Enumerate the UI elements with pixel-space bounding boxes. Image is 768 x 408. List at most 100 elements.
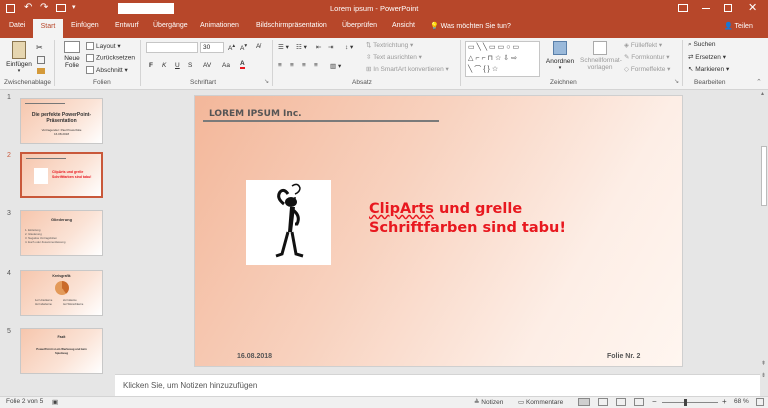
slide-canvas[interactable]: LOREM IPSUM Inc. ClipArts und grelle Sch… xyxy=(194,95,683,367)
ribbon-display-icon[interactable] xyxy=(678,4,688,12)
zoom-slider[interactable] xyxy=(662,402,718,403)
change-case-button[interactable]: Aa xyxy=(222,62,230,69)
normal-view-icon[interactable] xyxy=(578,398,590,406)
columns-icon[interactable]: ▥ ▾ xyxy=(330,62,341,70)
slide-thumbnail-3[interactable]: Gliederung 1. Einleitung 2. Gliederung 3… xyxy=(20,210,103,256)
shape-effects-button[interactable]: ◇ Formeffekte ▾ xyxy=(624,65,670,73)
outdent-icon[interactable]: ⇤ xyxy=(316,43,321,51)
format-painter-icon[interactable] xyxy=(37,68,45,74)
tab-ueberpruefen[interactable]: Überprüfen xyxy=(342,22,377,29)
comments-toggle[interactable]: ▭ Kommentare xyxy=(518,398,563,406)
save-icon[interactable] xyxy=(6,4,15,13)
align-text-button[interactable]: ⇳ Text ausrichten ▾ xyxy=(366,53,422,61)
layout-label: Layout xyxy=(96,43,116,50)
numbering-icon[interactable]: ☷ ▾ xyxy=(296,43,307,51)
scroll-up-icon[interactable]: ▴ xyxy=(761,90,764,97)
line-spacing-icon[interactable]: ↕ ▾ xyxy=(345,43,353,51)
find-button[interactable]: ⌕ Suchen xyxy=(688,41,716,49)
redo-icon[interactable]: ↷ xyxy=(40,2,48,13)
prev-slide-icon[interactable]: ⇞ xyxy=(761,360,766,367)
slideshow-view-icon[interactable] xyxy=(634,398,644,406)
align-right-icon[interactable]: ≡ xyxy=(302,62,306,69)
tab-entwurf[interactable]: Entwurf xyxy=(115,22,139,29)
undo-icon[interactable]: ↶ xyxy=(24,2,32,13)
justify-icon[interactable]: ≡ xyxy=(314,62,318,69)
align-center-icon[interactable]: ≡ xyxy=(290,62,294,69)
slide-company[interactable]: LOREM IPSUM Inc. xyxy=(209,109,302,119)
slide-thumbnail-4[interactable]: Kreisgrafik 1er Unterkerne 2er Istkerne 3… xyxy=(20,270,103,316)
smartart-button[interactable]: ⊞ In SmartArt konvertieren ▾ xyxy=(366,65,449,73)
next-slide-icon[interactable]: ⇟ xyxy=(761,372,766,379)
font-family-select[interactable] xyxy=(146,42,198,53)
share-button[interactable]: 👤 Teilen xyxy=(724,22,753,30)
tab-start[interactable]: Start xyxy=(33,19,63,38)
scrollbar-thumb[interactable] xyxy=(761,146,767,206)
zoom-out-icon[interactable]: − xyxy=(652,397,657,406)
layout-button[interactable]: Layout ▾ xyxy=(86,42,121,51)
slide-headline[interactable]: ClipArts und grelle Schriftfarben sind t… xyxy=(369,200,649,238)
reset-button[interactable]: Zurücksetzen xyxy=(86,54,135,62)
font-size-select[interactable]: 30 xyxy=(200,42,224,53)
shrink-font-icon[interactable]: A▾ xyxy=(240,43,247,52)
maximize-icon[interactable] xyxy=(724,4,732,12)
tab-bildschirmpraesentation[interactable]: Bildschirmpräsentation xyxy=(256,22,327,29)
slide-thumbnail-2[interactable]: ClipArts und grelle Schriftfarben sind t… xyxy=(20,152,103,198)
spellcheck-icon[interactable]: ▣ xyxy=(52,398,58,406)
shapes-gallery[interactable]: ▭╲╲▭▭○▭ △⌐⌐⊓☆⇩⇨ ╲⌒{}☆ xyxy=(465,41,540,77)
select-button[interactable]: ↖ Markieren ▾ xyxy=(688,65,729,73)
customize-qat-icon[interactable]: ▾ xyxy=(72,3,76,11)
tab-datei[interactable]: Datei xyxy=(9,22,25,29)
clipart-thinking-man[interactable] xyxy=(246,180,331,265)
text-direction-button[interactable]: ⇅ Textrichtung ▾ xyxy=(366,41,413,49)
slide-date[interactable]: 16.08.2018 xyxy=(237,353,272,360)
new-slide-button[interactable]: Neue Folie xyxy=(60,41,84,79)
bold-button[interactable]: F xyxy=(149,62,153,69)
vertical-scrollbar[interactable]: ▴ ⇞ ⇟ xyxy=(760,90,768,396)
quick-styles-button[interactable]: Schnellformat- vorlagen xyxy=(580,41,622,79)
dialog-launcher-icon[interactable]: ↘ xyxy=(264,78,269,85)
char-spacing-button[interactable]: AV xyxy=(203,62,211,69)
account-box[interactable] xyxy=(118,3,174,14)
shadow-button[interactable]: S xyxy=(188,62,192,69)
reading-view-icon[interactable] xyxy=(616,398,626,406)
replace-button[interactable]: ⇄ Ersetzen ▾ xyxy=(688,53,726,61)
notes-placeholder[interactable]: Klicken Sie, um Notizen hinzuzufügen xyxy=(123,381,257,390)
align-left-icon[interactable]: ≡ xyxy=(278,62,282,69)
tab-einfuegen[interactable]: Einfügen xyxy=(71,22,99,29)
collapse-ribbon-icon[interactable]: ⌃ xyxy=(756,78,762,86)
grow-font-icon[interactable]: A▴ xyxy=(228,43,235,52)
copy-icon[interactable] xyxy=(37,56,45,64)
close-icon[interactable]: ✕ xyxy=(748,1,757,14)
dialog-launcher-icon[interactable]: ↘ xyxy=(674,78,679,85)
notes-toggle[interactable]: ≜ Notizen xyxy=(474,398,503,406)
minimize-icon[interactable] xyxy=(702,8,710,9)
tab-uebergaenge[interactable]: Übergänge xyxy=(153,22,188,29)
tab-ansicht[interactable]: Ansicht xyxy=(392,22,415,29)
slide-thumbnail-1[interactable]: Die perfekte PowerPoint-Präsentation Vor… xyxy=(20,98,103,144)
slide-number: 5 xyxy=(7,328,11,335)
slide-thumbnail-5[interactable]: Fazit PowerPoint ist ein Werkzeug und ke… xyxy=(20,328,103,374)
tell-me-box[interactable]: 💡 Was möchten Sie tun? xyxy=(430,22,511,30)
arrange-button[interactable]: Anordnen ▾ xyxy=(544,41,576,79)
zoom-in-icon[interactable]: + xyxy=(722,397,727,406)
shape-outline-button[interactable]: ✎ Formkontur ▾ xyxy=(624,53,670,61)
clear-format-icon[interactable]: A̸ xyxy=(256,43,260,50)
slideshow-quick-icon[interactable] xyxy=(56,4,66,12)
italic-button[interactable]: K xyxy=(162,62,166,69)
indent-icon[interactable]: ⇥ xyxy=(328,43,333,51)
status-bar: Folie 2 von 5 ▣ ≜ Notizen ▭ Kommentare −… xyxy=(0,396,768,408)
notes-pane[interactable]: Klicken Sie, um Notizen hinzuzufügen xyxy=(115,374,760,396)
cut-icon[interactable]: ✂ xyxy=(36,43,43,52)
slide-number-footer[interactable]: Folie Nr. 2 xyxy=(607,353,640,360)
font-color-button[interactable]: A xyxy=(240,60,245,69)
zoom-level[interactable]: 68 % xyxy=(734,398,749,405)
zoom-slider-thumb[interactable] xyxy=(684,399,687,406)
slide-sorter-icon[interactable] xyxy=(598,398,608,406)
tab-animationen[interactable]: Animationen xyxy=(200,22,239,29)
bullets-icon[interactable]: ☰ ▾ xyxy=(278,43,289,51)
fit-to-window-icon[interactable] xyxy=(756,398,764,406)
underline-button[interactable]: U xyxy=(175,62,180,69)
paste-button[interactable]: Einfügen ▾ xyxy=(6,41,32,77)
section-button[interactable]: Abschnitt ▾ xyxy=(86,66,128,75)
shape-fill-button[interactable]: ◈ Fülleffekt ▾ xyxy=(624,41,662,49)
